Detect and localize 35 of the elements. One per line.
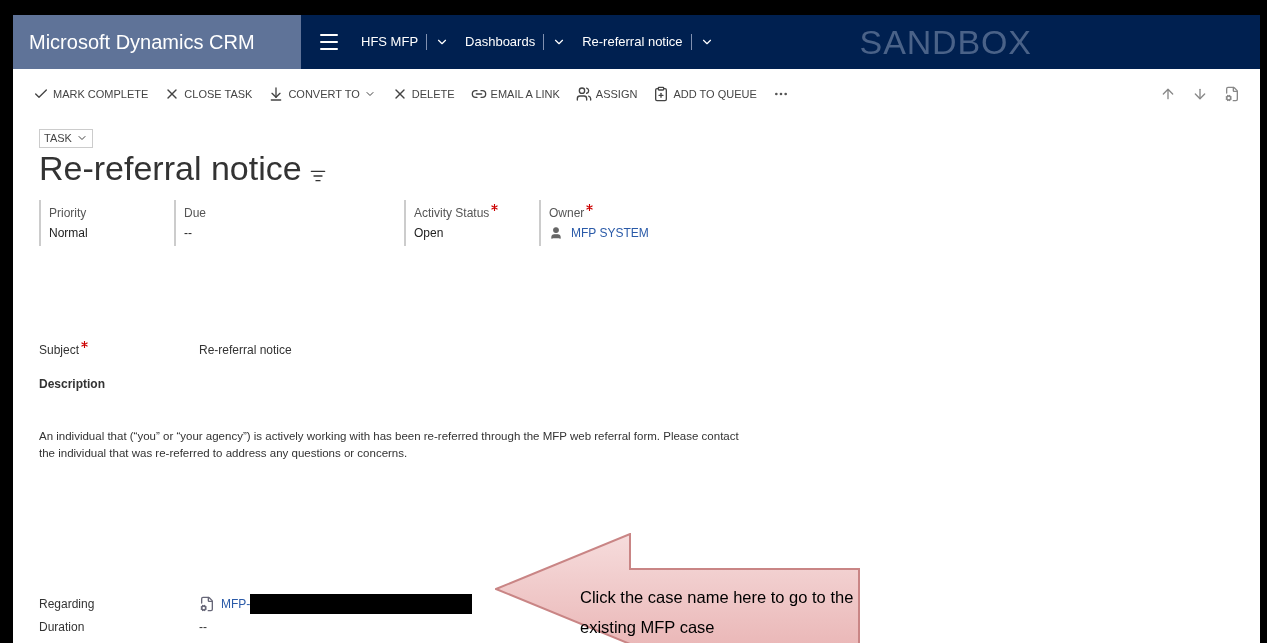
toolbar-button[interactable]: ASSIGN xyxy=(575,85,638,103)
field-value: -- xyxy=(199,618,207,636)
owner-link[interactable]: MFP SYSTEM xyxy=(571,223,649,242)
field-label: Regarding xyxy=(39,595,96,613)
brand-title[interactable]: Microsoft Dynamics CRM xyxy=(13,15,301,69)
toolbar-button[interactable]: CONVERT TO xyxy=(268,85,376,103)
record-title: Re-referral notice xyxy=(39,147,302,188)
toolbar-button[interactable]: EMAIL A LINK xyxy=(470,85,560,103)
toolbar-button[interactable]: CLOSE TASK xyxy=(164,85,253,103)
toolbar-button[interactable]: MARK COMPLETE xyxy=(33,85,149,103)
field-label: Duration xyxy=(39,618,86,636)
environment-label: SANDBOX xyxy=(859,21,1032,63)
breadcrumb-link[interactable]: Dashboards xyxy=(465,32,536,52)
field-value: Normal xyxy=(49,224,89,242)
description-text: An individual that (“you” or “your agency”) is actively working with has been re-referred through the MFP web referral form. Please contact the individual that was re-referred to address any questions or concerns. xyxy=(39,428,739,461)
people-icon xyxy=(575,86,592,102)
breadcrumb-link[interactable]: HFS MFP xyxy=(361,32,419,52)
section-heading: Description xyxy=(39,375,106,393)
field-value: Open xyxy=(414,224,445,242)
entity-dropdown[interactable]: TASK xyxy=(39,129,93,148)
toolbar-button[interactable]: ADD TO QUEUE xyxy=(653,85,757,103)
breadcrumb-link[interactable]: Re-referral notice xyxy=(582,32,683,52)
field-label: Priority xyxy=(49,204,87,222)
toolbar-button[interactable]: DELETE xyxy=(391,85,455,103)
case-icon xyxy=(199,595,215,612)
field-label: Subject xyxy=(39,341,80,359)
field-label: Owner xyxy=(549,204,585,222)
callout-text: Click the case name here to go to the existing MFP case xyxy=(580,587,855,638)
user-icon xyxy=(549,225,563,240)
subject-value[interactable]: Re-referral notice xyxy=(199,340,292,359)
field-label: Due xyxy=(184,204,206,222)
clipboard-icon xyxy=(653,86,670,102)
field-label: Activity Status xyxy=(414,204,490,222)
regarding-link[interactable]: MFP- xyxy=(221,594,251,613)
field-value: -- xyxy=(184,224,193,242)
